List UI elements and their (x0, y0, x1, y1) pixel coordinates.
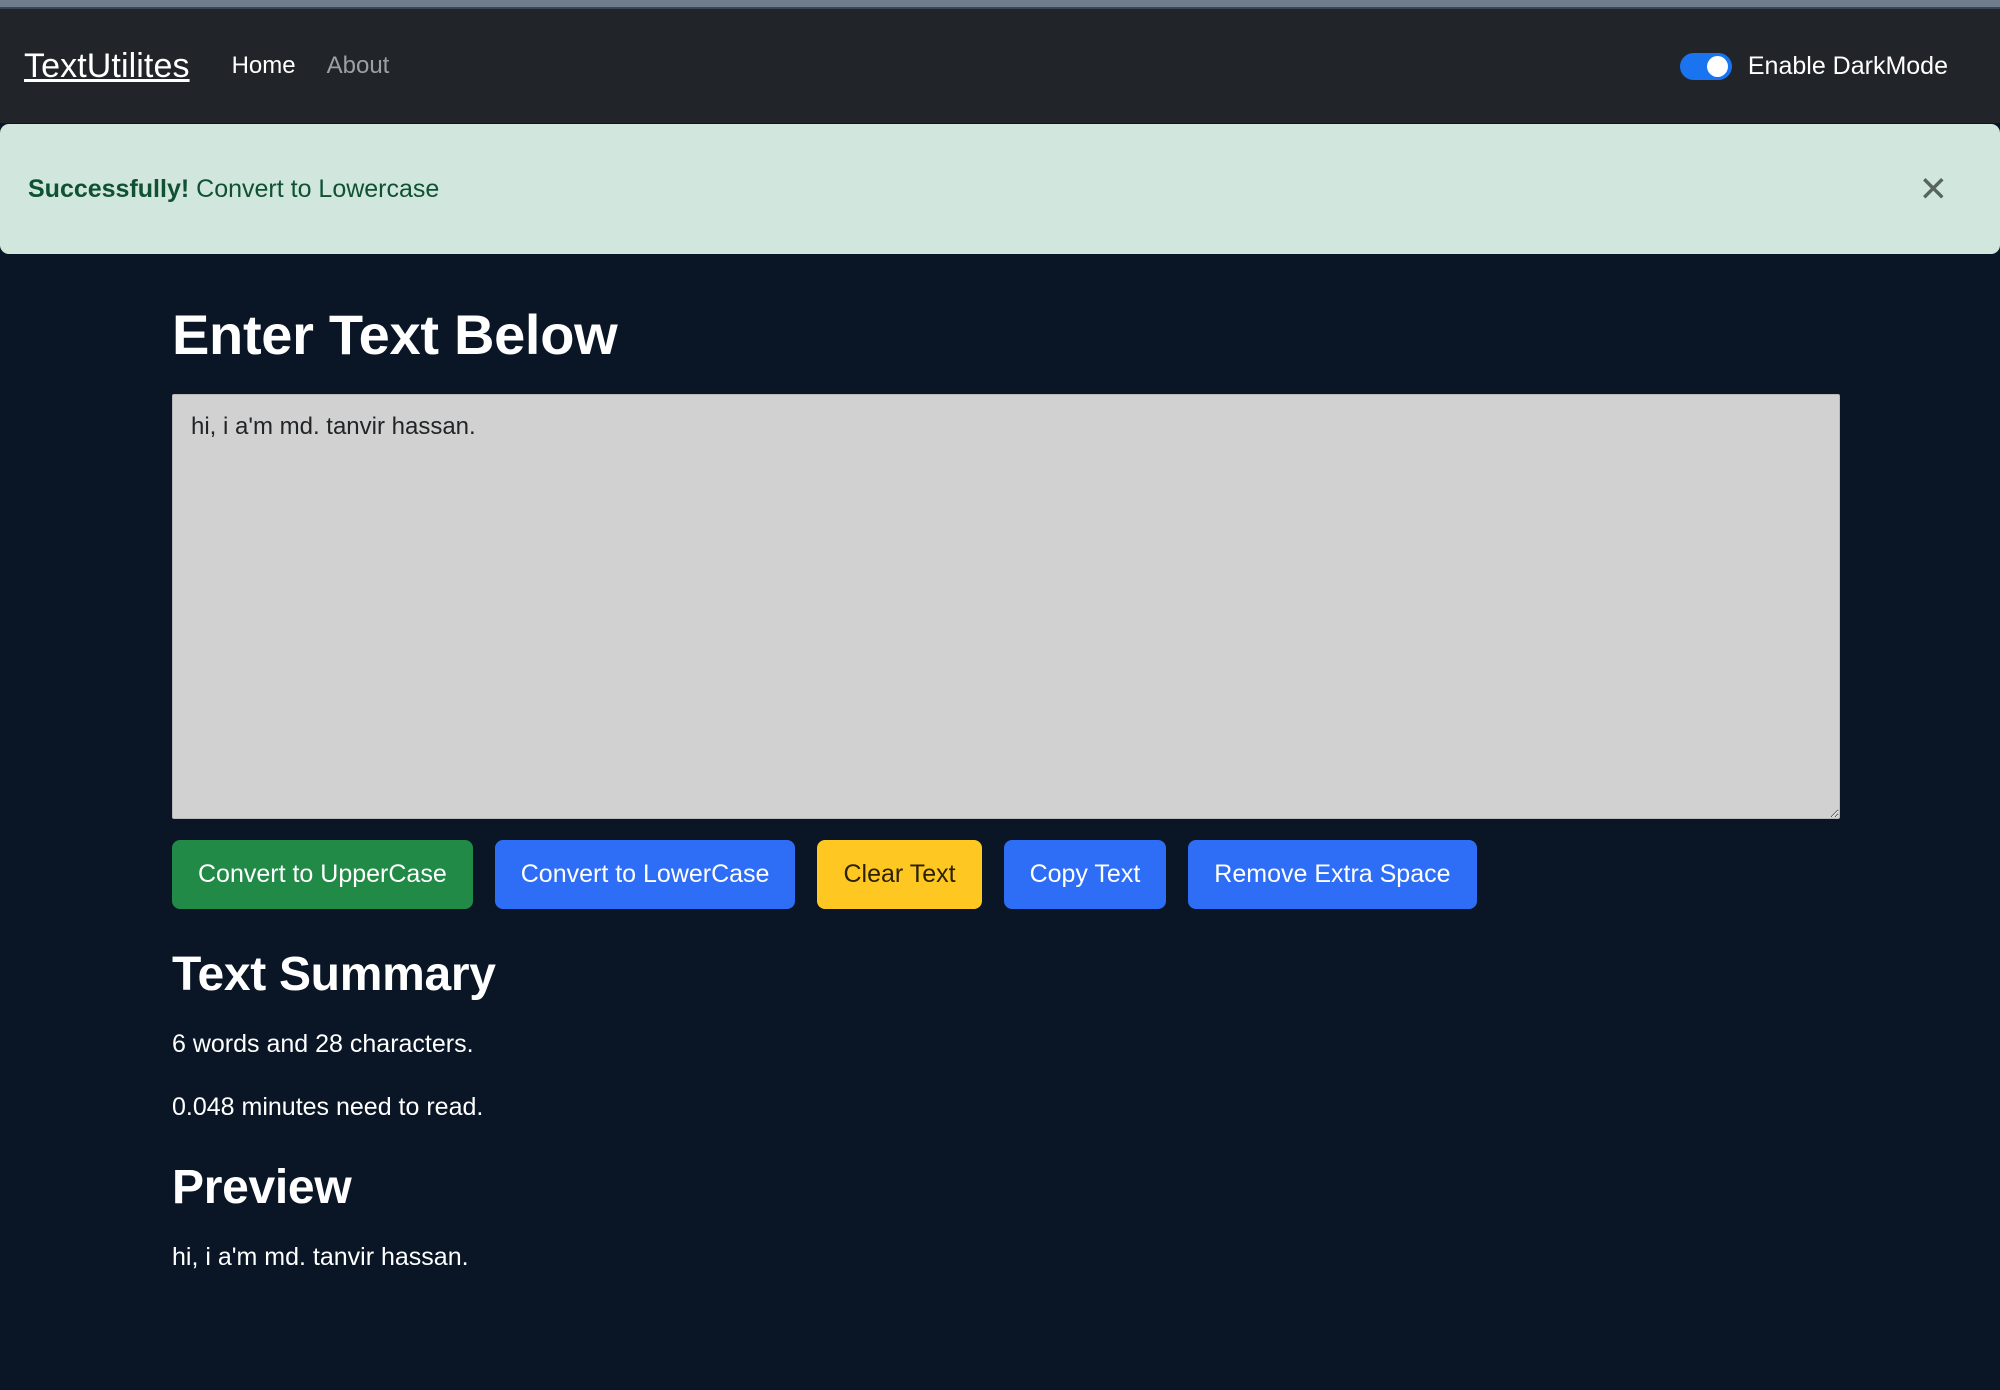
text-input[interactable] (172, 394, 1840, 819)
alert-message: Successfully! Convert to Lowercase (28, 175, 439, 204)
nav-links: Home About (232, 52, 390, 80)
darkmode-toggle-switch[interactable] (1680, 53, 1732, 80)
brand-logo[interactable]: TextUtilites (24, 47, 190, 86)
convert-uppercase-button[interactable]: Convert to UpperCase (172, 840, 473, 909)
navbar-right-group: Enable DarkMode (1680, 52, 1976, 81)
nav-item-home[interactable]: Home (232, 52, 296, 80)
darkmode-toggle-label[interactable]: Enable DarkMode (1748, 52, 1948, 81)
preview-text: hi, i a'm md. tanvir hassan. (172, 1243, 1840, 1272)
main-container: Enter Text Below Convert to UpperCase Co… (0, 254, 2000, 1272)
content-column: Enter Text Below Convert to UpperCase Co… (172, 304, 1840, 1272)
copy-text-button[interactable]: Copy Text (1004, 840, 1167, 909)
remove-extra-space-button[interactable]: Remove Extra Space (1188, 840, 1476, 909)
close-x-icon[interactable]: ✕ (1919, 172, 1972, 207)
toggle-knob (1707, 56, 1728, 77)
nav-item-about[interactable]: About (327, 52, 390, 80)
alert-detail-label: Convert to Lowercase (196, 175, 439, 203)
success-alert: Successfully! Convert to Lowercase ✕ (0, 124, 2000, 254)
word-char-count: 6 words and 28 characters. (172, 1030, 1840, 1059)
browser-chrome-strip (0, 0, 2000, 9)
preview-title: Preview (172, 1160, 1840, 1215)
page-title: Enter Text Below (172, 304, 1840, 366)
alert-strong-label: Successfully! (28, 175, 189, 203)
action-button-row: Convert to UpperCase Convert to LowerCas… (172, 840, 1840, 909)
read-time: 0.048 minutes need to read. (172, 1093, 1840, 1122)
navbar: TextUtilites Home About Enable DarkMode (0, 9, 2000, 123)
convert-lowercase-button[interactable]: Convert to LowerCase (495, 840, 796, 909)
clear-text-button[interactable]: Clear Text (817, 840, 981, 909)
nav-link-home[interactable]: Home (232, 52, 296, 79)
nav-link-about[interactable]: About (327, 52, 390, 79)
text-summary-title: Text Summary (172, 947, 1840, 1002)
